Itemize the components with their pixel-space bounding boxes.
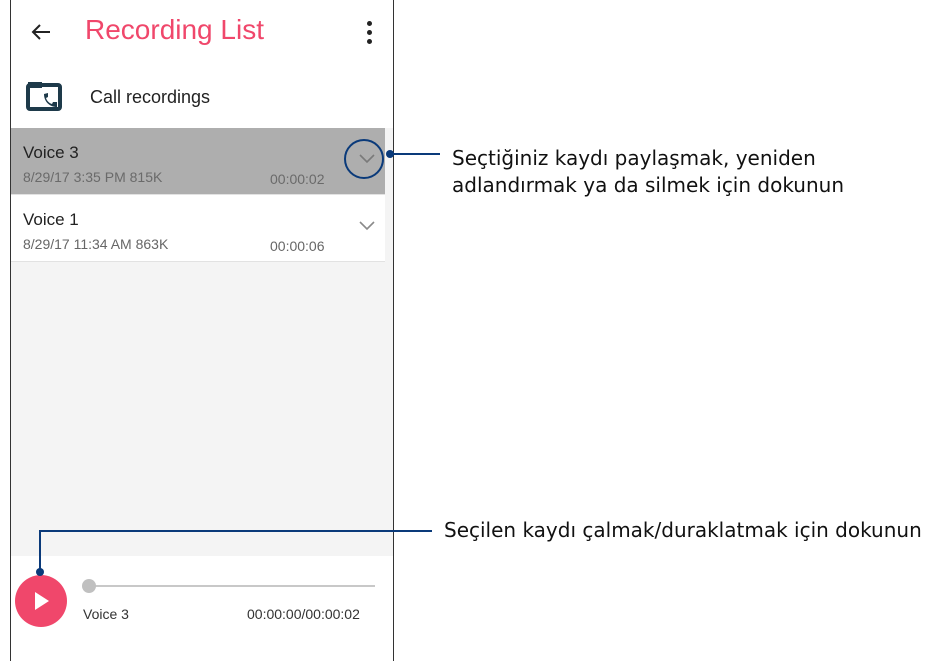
recording-duration: 00:00:02 <box>270 171 325 187</box>
callout-line <box>39 530 432 532</box>
play-icon <box>35 592 49 610</box>
play-button[interactable] <box>15 575 67 627</box>
more-options-button[interactable] <box>357 16 381 48</box>
player-time: 00:00:00/00:00:02 <box>247 606 360 622</box>
recording-name: Voice 1 <box>23 210 79 229</box>
expand-callout-text: Seçtiğiniz kaydı paylaşmak, yeniden adla… <box>452 145 844 199</box>
list-item[interactable]: Voice 3 8/29/17 3:35 PM 815K 00:00:02 <box>11 128 385 195</box>
expand-callout-line2: adlandırmak ya da silmek için dokunun <box>452 173 845 197</box>
recording-name: Voice 3 <box>23 143 79 162</box>
page-title: Recording List <box>85 14 264 45</box>
more-vertical-icon-dot <box>366 29 372 35</box>
list-item[interactable]: Voice 1 8/29/17 11:34 AM 863K 00:00:06 <box>11 195 385 262</box>
back-button[interactable] <box>23 14 59 50</box>
callout-line <box>390 153 440 155</box>
recording-duration: 00:00:06 <box>270 238 325 254</box>
recordings-list: Voice 3 8/29/17 3:35 PM 815K 00:00:02 Vo… <box>11 128 393 556</box>
recording-meta: 8/29/17 3:35 PM 815K <box>23 169 163 185</box>
expand-callout-circle <box>344 139 384 179</box>
seek-bar[interactable] <box>89 585 375 587</box>
chevron-down-icon[interactable] <box>358 220 376 232</box>
call-recordings-folder[interactable]: Call recordings <box>11 64 393 128</box>
app-bar: Recording List <box>11 0 393 64</box>
player-bar: Voice 3 00:00:00/00:00:02 <box>11 556 393 661</box>
phone-screen: Recording List Call recordings Voice 3 8… <box>10 0 394 661</box>
arrow-left-icon <box>31 24 50 40</box>
expand-callout-line1: Seçtiğiniz kaydı paylaşmak, yeniden <box>452 146 816 170</box>
more-vertical-icon <box>366 20 372 26</box>
callout-line <box>39 530 41 572</box>
seek-thumb[interactable] <box>82 579 96 593</box>
call-recordings-folder-icon <box>26 82 62 111</box>
call-recordings-label: Call recordings <box>90 87 211 107</box>
more-vertical-icon-dot <box>366 38 372 44</box>
player-recording-name: Voice 3 <box>83 606 129 622</box>
play-callout-text: Seçilen kaydı çalmak/duraklatmak için do… <box>444 518 922 542</box>
recording-meta: 8/29/17 11:34 AM 863K <box>23 236 169 252</box>
